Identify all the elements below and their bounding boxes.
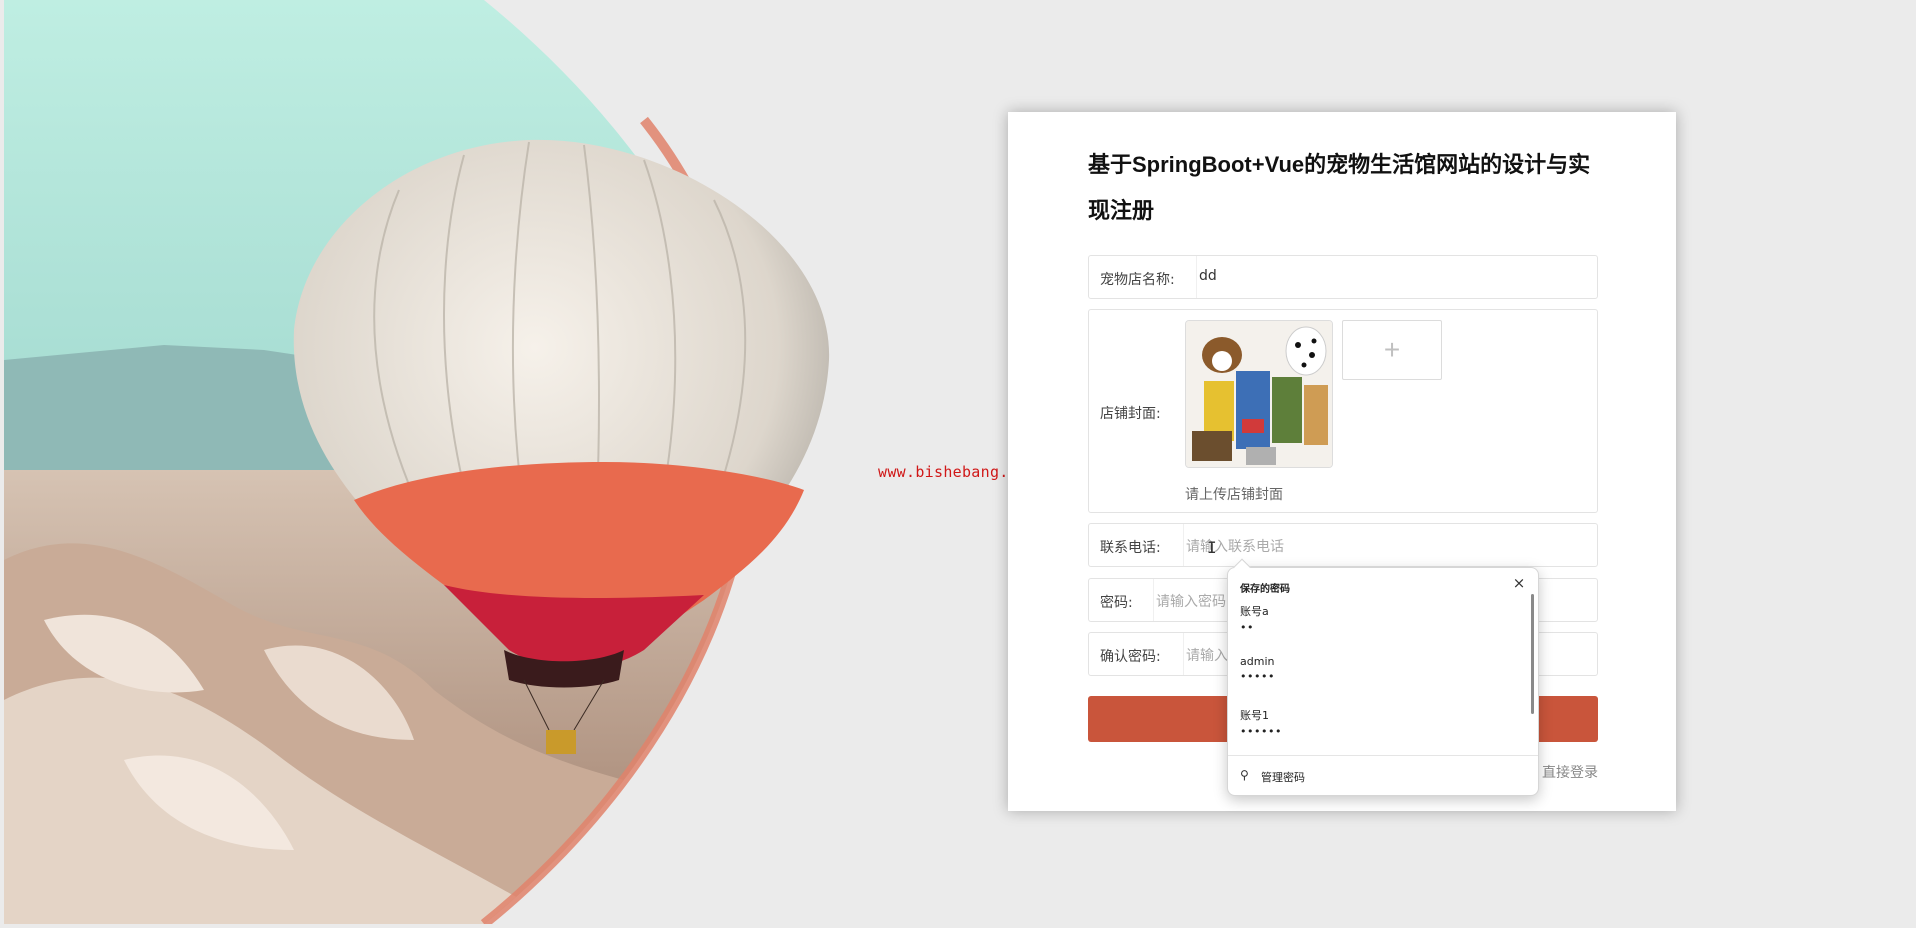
key-icon: ⚲: [1240, 768, 1249, 782]
saved-password-dots: ••: [1240, 621, 1254, 634]
plus-icon: +: [1383, 334, 1401, 365]
phone-input[interactable]: 请输入联系电话: [1183, 524, 1597, 566]
saved-password-item[interactable]: 账号1 ••••••: [1240, 707, 1282, 738]
shop-name-value: dd: [1199, 268, 1217, 284]
phone-placeholder: 请输入联系电话: [1186, 539, 1284, 555]
manage-passwords-label: 管理密码: [1261, 771, 1305, 784]
manage-passwords-button[interactable]: ⚲ 管理密码: [1228, 755, 1538, 795]
saved-username: admin: [1240, 655, 1275, 668]
password-placeholder: 请输入密码: [1156, 594, 1226, 610]
saved-password-item[interactable]: 账号a ••: [1240, 603, 1269, 634]
confirm-password-placeholder: 请输入: [1186, 648, 1228, 664]
shop-name-field[interactable]: 宠物店名称: dd: [1088, 255, 1598, 299]
shop-name-label: 宠物店名称:: [1100, 272, 1175, 288]
saved-username: 账号a: [1240, 605, 1269, 618]
saved-passwords-popup: 保存的密码 × 账号a •• admin ••••• 账号1 •••••• ⚲ …: [1227, 558, 1539, 796]
cover-label: 店铺封面:: [1100, 406, 1161, 422]
saved-password-item[interactable]: admin •••••: [1240, 655, 1275, 683]
saved-password-dots: •••••: [1240, 670, 1275, 683]
phone-label: 联系电话:: [1100, 540, 1161, 556]
popup-scrollbar[interactable]: [1531, 594, 1534, 714]
phone-field[interactable]: 联系电话: 请输入联系电话: [1088, 523, 1598, 567]
login-link[interactable]: 直接登录: [1542, 762, 1598, 782]
confirm-password-label: 确认密码:: [1100, 649, 1161, 665]
add-cover-button[interactable]: +: [1342, 320, 1442, 380]
shop-name-input[interactable]: dd: [1196, 256, 1597, 298]
popup-heading: 保存的密码: [1240, 584, 1290, 595]
cover-image[interactable]: [1185, 320, 1333, 468]
page-title: 基于SpringBoot+Vue的宠物生活馆网站的设计与实现注册: [1088, 152, 1591, 223]
cover-field: 店铺封面: + 请上传店铺封面: [1088, 309, 1598, 513]
saved-username: 账号1: [1240, 709, 1269, 722]
close-icon[interactable]: ×: [1510, 574, 1528, 592]
cover-hint: 请上传店铺封面: [1185, 487, 1283, 503]
saved-password-dots: ••••••: [1240, 725, 1282, 738]
password-label: 密码:: [1100, 595, 1133, 611]
text-cursor-icon: I: [1207, 538, 1217, 557]
